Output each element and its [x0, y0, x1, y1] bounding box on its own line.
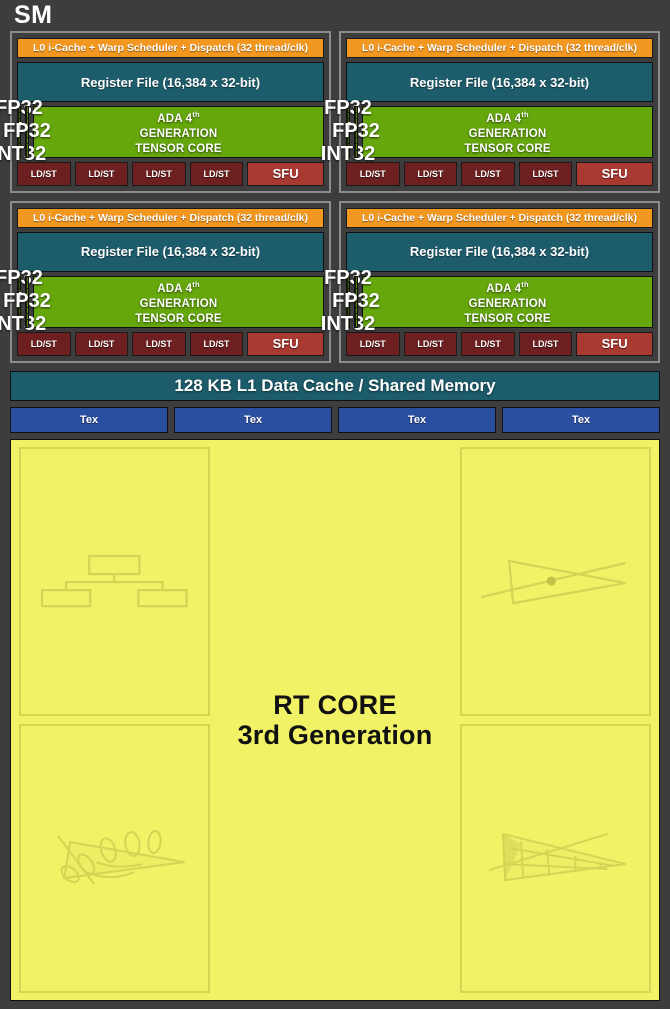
warp-scheduler-bar: L0 i-Cache + Warp Scheduler + Dispatch (…: [346, 207, 653, 228]
texture-unit: Tex: [174, 406, 332, 433]
processing-block-3: L0 i-Cache + Warp Scheduler + Dispatch (…: [0, 200, 331, 363]
fp32-int32-core-column: FP32/INT32: [321, 97, 375, 165]
ldst-unit: LD/ST: [461, 331, 515, 356]
tensor-core-block: ADA 4th GENERATION TENSOR CORE: [33, 275, 324, 328]
rt-core-right-panels: [460, 446, 651, 993]
ldst-unit: LD/ST: [346, 161, 400, 186]
processing-block-4: L0 i-Cache + Warp Scheduler + Dispatch (…: [321, 200, 660, 363]
core-cell: [356, 320, 357, 326]
core-cell: [348, 151, 349, 157]
bvh-tree-icon: [19, 446, 210, 716]
register-file-block: Register File (16,384 x 32-bit): [346, 231, 653, 272]
tensor-core-block: ADA 4th GENERATION TENSOR CORE: [33, 106, 324, 158]
ldst-sfu-row: LD/ST LD/ST LD/ST LD/ST SFU: [17, 331, 325, 356]
fp32-int32-core-column: FP32/INT32: [321, 267, 375, 335]
warp-scheduler-bar: L0 i-Cache + Warp Scheduler + Dispatch (…: [346, 38, 653, 58]
core-cell: [27, 320, 28, 326]
processing-block-2: L0 i-Cache + Warp Scheduler + Dispatch (…: [321, 31, 660, 193]
register-file-block: Register File (16,384 x 32-bit): [17, 62, 324, 102]
ldst-unit: LD/ST: [189, 331, 244, 356]
fp32-core-column: FP32: [332, 106, 380, 158]
l1-data-cache-block: 128 KB L1 Data Cache / Shared Memory: [10, 370, 660, 401]
texture-unit: Tex: [338, 406, 496, 433]
fp32-core-column: FP32: [3, 275, 51, 328]
core-cell: [348, 320, 349, 326]
sm-title: SM: [14, 1, 53, 29]
rt-core-left-panels: [19, 446, 210, 993]
processing-block-1: L0 i-Cache + Warp Scheduler + Dispatch (…: [0, 31, 331, 193]
fp32-int32-core-column: FP32/INT32: [0, 97, 46, 165]
ldst-sfu-row: LD/ST LD/ST LD/ST LD/ST SFU: [346, 331, 654, 356]
sfu-unit: SFU: [247, 331, 325, 356]
ldst-unit: LD/ST: [74, 331, 129, 356]
displaced-micromesh-icon: [460, 723, 651, 993]
register-file-block: Register File (16,384 x 32-bit): [346, 62, 653, 102]
ldst-unit: LD/ST: [189, 161, 244, 186]
core-cell: [356, 151, 357, 157]
rt-core-block: RT CORE 3rd Generation: [10, 438, 660, 1001]
fp32-core-column: FP32: [332, 275, 380, 328]
ldst-unit: LD/ST: [403, 331, 458, 356]
rt-core-title-line2: 3rd Generation: [237, 719, 433, 750]
ldst-unit: LD/ST: [403, 161, 458, 186]
opacity-micromap-foliage-icon: [19, 723, 210, 993]
texture-unit-row: Tex Tex Tex Tex: [10, 406, 660, 433]
ldst-unit: LD/ST: [346, 331, 400, 356]
sfu-unit: SFU: [576, 161, 654, 186]
core-cell: [19, 320, 20, 326]
core-array-area: FP32/INT32FP32ADA 4thGENERATIONTENSOR CO…: [0, 267, 324, 335]
ldst-unit: LD/ST: [17, 331, 71, 356]
sm-diagram: SM L0 i-Cache + Warp Scheduler + Dispatc…: [0, 0, 670, 1009]
ldst-unit: LD/ST: [74, 161, 129, 186]
texture-unit: Tex: [10, 406, 168, 433]
core-cell: [19, 151, 20, 157]
ldst-unit: LD/ST: [461, 161, 515, 186]
ldst-unit: LD/ST: [17, 161, 71, 186]
rt-core-title: RT CORE 3rd Generation: [216, 690, 454, 750]
sfu-unit: SFU: [247, 161, 325, 186]
warp-scheduler-bar: L0 i-Cache + Warp Scheduler + Dispatch (…: [17, 38, 324, 58]
fp32-int32-core-column: FP32/INT32: [0, 267, 46, 335]
ldst-unit: LD/ST: [132, 161, 186, 186]
tensor-core-block: ADA 4th GENERATION TENSOR CORE: [362, 106, 653, 158]
ldst-sfu-row: LD/ST LD/ST LD/ST LD/ST SFU: [346, 161, 654, 186]
core-array-area: FP32/INT32FP32ADA 4thGENERATIONTENSOR CO…: [321, 97, 653, 165]
ldst-unit: LD/ST: [132, 331, 186, 356]
core-array-area: FP32/INT32FP32ADA 4thGENERATIONTENSOR CO…: [0, 97, 324, 165]
sfu-unit: SFU: [576, 331, 654, 356]
warp-scheduler-bar: L0 i-Cache + Warp Scheduler + Dispatch (…: [17, 207, 324, 228]
core-cell: [27, 151, 28, 157]
core-array-area: FP32/INT32FP32ADA 4thGENERATIONTENSOR CO…: [321, 267, 653, 335]
tensor-core-block: ADA 4th GENERATION TENSOR CORE: [362, 275, 653, 328]
processing-block-grid: L0 i-Cache + Warp Scheduler + Dispatch (…: [0, 31, 660, 363]
texture-unit: Tex: [502, 406, 660, 433]
ldst-unit: LD/ST: [518, 331, 573, 356]
register-file-block: Register File (16,384 x 32-bit): [17, 231, 324, 272]
ldst-unit: LD/ST: [518, 161, 573, 186]
ray-triangle-intersection-icon: [460, 446, 651, 716]
fp32-core-column: FP32: [3, 106, 51, 158]
ldst-sfu-row: LD/ST LD/ST LD/ST LD/ST SFU: [17, 161, 325, 186]
rt-core-title-line1: RT CORE: [273, 689, 397, 720]
